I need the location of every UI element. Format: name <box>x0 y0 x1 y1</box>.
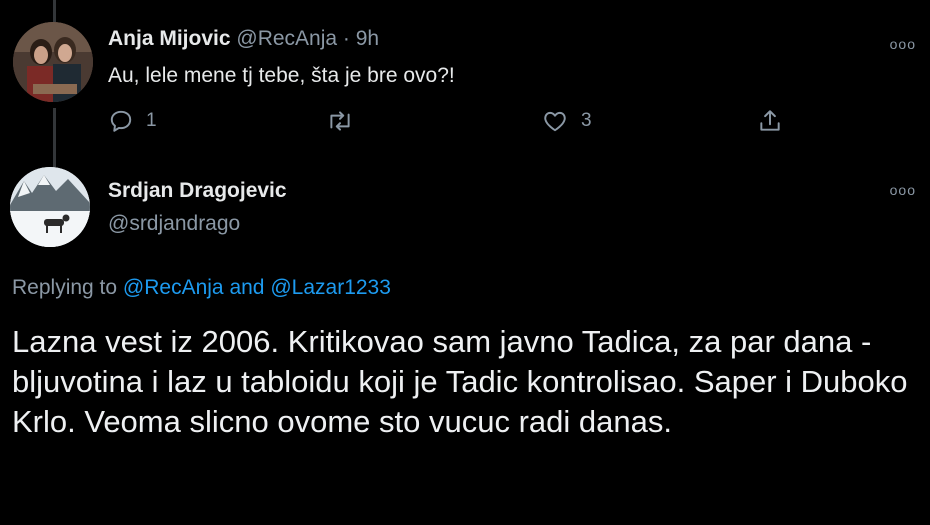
share-button[interactable] <box>757 108 783 134</box>
reply-icon <box>110 110 132 132</box>
tweet-header: Anja Mijovic @RecAnja · 9h <box>108 27 379 51</box>
tweet-text: Lazna vest iz 2006. Kritikovao sam javno… <box>12 324 908 439</box>
avatar[interactable] <box>13 22 93 102</box>
replying-prefix: Replying to <box>12 276 118 299</box>
more-icon[interactable]: ooo <box>890 36 916 52</box>
replying-to: Replying to @RecAnja and @Lazar1233 <box>12 276 391 300</box>
like-icon <box>544 111 566 132</box>
user-handle[interactable]: @srdjandrago <box>108 212 240 236</box>
reply-button[interactable]: 1 <box>108 108 157 134</box>
display-name[interactable]: Anja Mijovic <box>108 27 231 50</box>
retweet-icon <box>330 111 350 131</box>
more-icon[interactable]: ooo <box>890 182 916 198</box>
like-button[interactable]: 3 <box>541 108 592 134</box>
tweet-text: Au, lele mene tj tebe, šta je bre ovo?! <box>108 64 455 87</box>
avatar-photo <box>13 22 93 102</box>
like-count: 3 <box>581 110 592 131</box>
thread-line-connector <box>53 108 56 168</box>
avatar[interactable] <box>10 167 90 247</box>
share-icon <box>760 110 780 131</box>
thread-line-top <box>53 0 56 22</box>
reply-count: 1 <box>146 110 157 131</box>
avatar-photo <box>10 167 90 247</box>
mention-link-lazar[interactable]: @Lazar1233 <box>270 276 391 299</box>
timestamp[interactable]: · 9h <box>343 27 379 50</box>
display-name[interactable]: Srdjan Dragojevic <box>108 179 287 203</box>
replying-and: and <box>229 276 265 299</box>
user-handle[interactable]: @RecAnja <box>236 27 337 50</box>
retweet-button[interactable] <box>326 108 366 134</box>
mention-link-recanja[interactable]: @RecAnja <box>123 276 224 299</box>
